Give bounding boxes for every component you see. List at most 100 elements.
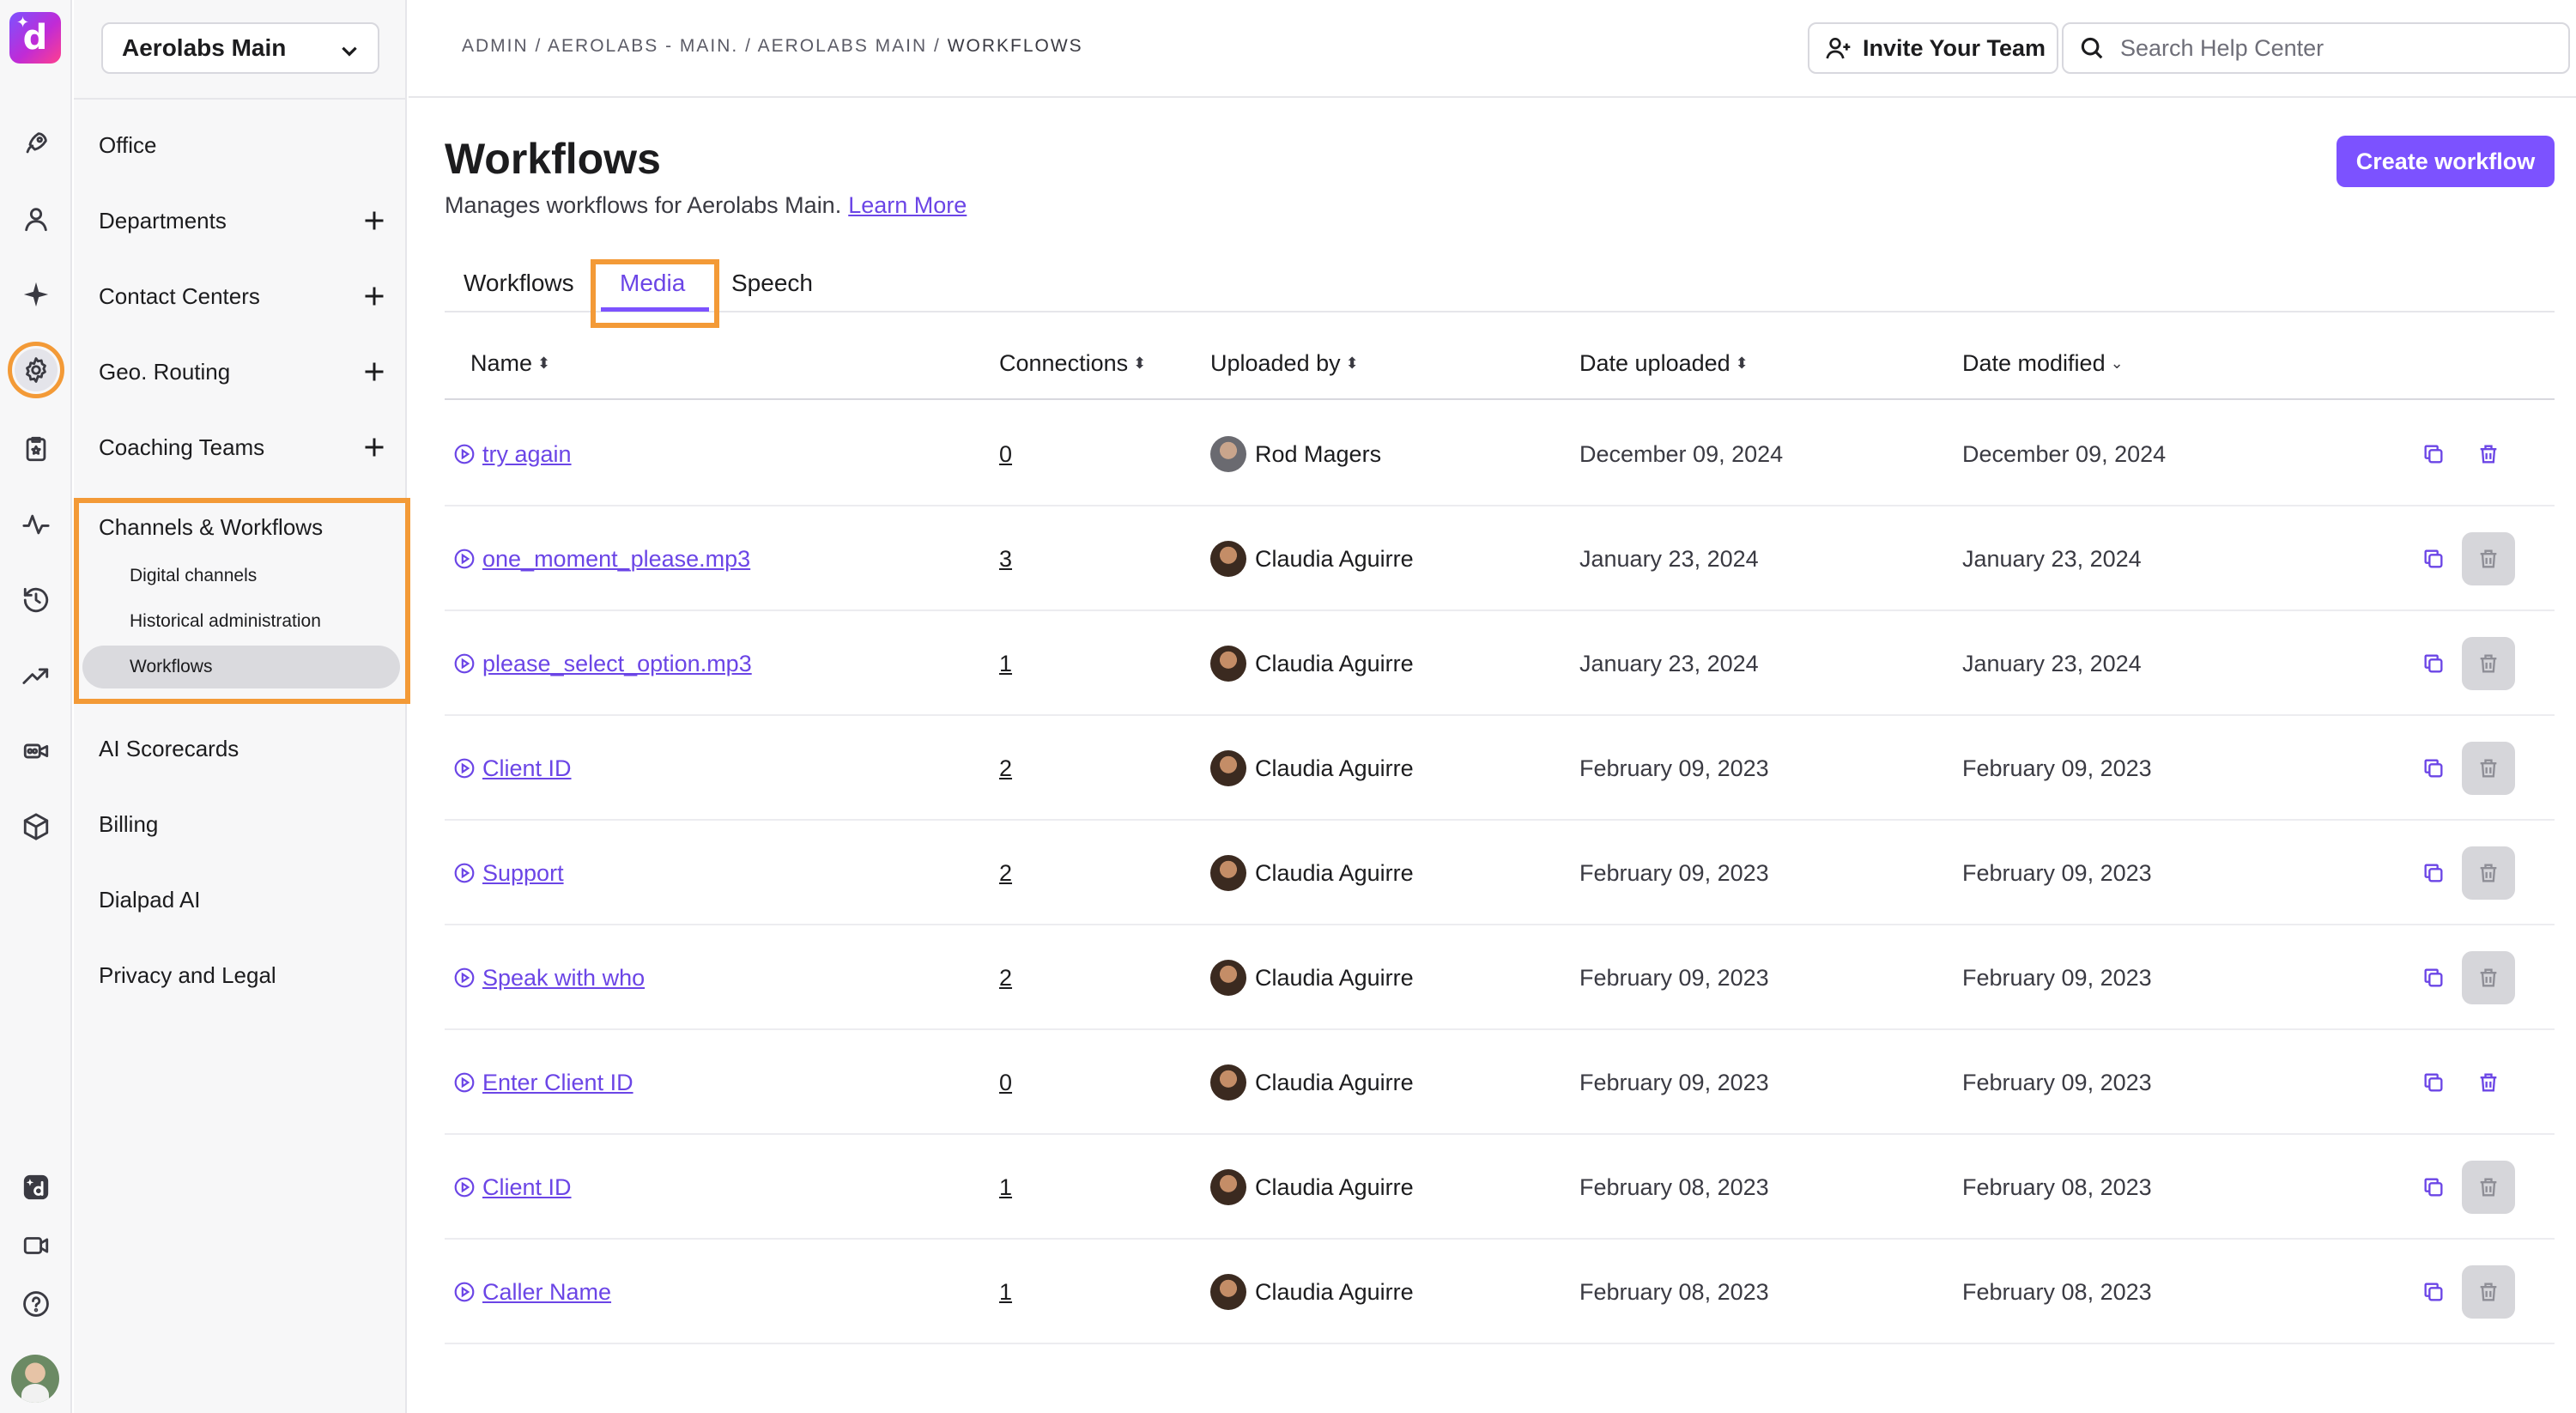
sidebar-item-billing[interactable]: Billing: [74, 798, 407, 850]
media-name-link[interactable]: Speak with who: [482, 965, 645, 992]
top-header: ADMIN / AEROLABS - MAIN. / AEROLABS MAIN…: [409, 0, 2576, 98]
uploaded-by-cell: Claudia Aguirre: [1210, 1240, 1414, 1344]
plus-icon[interactable]: [362, 209, 386, 233]
delete-button[interactable]: [2462, 637, 2515, 690]
column-header-connections[interactable]: Connections ⬍: [999, 350, 1146, 377]
plus-icon[interactable]: [362, 284, 386, 308]
breadcrumb-item[interactable]: ADMIN: [462, 36, 529, 56]
copy-icon[interactable]: [2417, 647, 2450, 680]
sidebar-item-ai-scorecards[interactable]: AI Scorecards: [74, 723, 407, 774]
connections-count-link[interactable]: 2: [999, 860, 1012, 887]
breadcrumb-item[interactable]: AEROLABS MAIN: [758, 36, 928, 56]
sidebar-item-geo-routing[interactable]: Geo. Routing: [74, 346, 407, 397]
sidebar-subitem-workflows[interactable]: Workflows: [82, 646, 400, 688]
clipboard-icon[interactable]: [15, 428, 58, 470]
sidebar-item-departments[interactable]: Departments: [74, 195, 407, 246]
person-icon[interactable]: [15, 197, 58, 240]
plus-icon[interactable]: [362, 360, 386, 384]
connections-count-link[interactable]: 2: [999, 965, 1012, 992]
rocket-icon[interactable]: [15, 122, 58, 165]
column-header-date-uploaded[interactable]: Date uploaded ⬍: [1579, 350, 1749, 377]
delete-button[interactable]: [2462, 1056, 2515, 1109]
play-icon[interactable]: [453, 1176, 476, 1198]
copy-icon[interactable]: [2417, 1171, 2450, 1204]
media-name-link[interactable]: Support: [482, 860, 564, 887]
sidebar-item-coaching-teams[interactable]: Coaching Teams: [74, 421, 407, 473]
copy-icon[interactable]: [2417, 1276, 2450, 1308]
delete-button[interactable]: [2462, 742, 2515, 795]
sparkle-icon[interactable]: [15, 273, 58, 316]
date-uploaded-cell: February 08, 2023: [1579, 1173, 1769, 1200]
connections-count-link[interactable]: 3: [999, 546, 1012, 573]
cube-icon[interactable]: [15, 805, 58, 848]
column-header-uploaded-by[interactable]: Uploaded by ⬍: [1210, 350, 1359, 377]
delete-button[interactable]: [2462, 428, 2515, 481]
delete-button[interactable]: [2462, 951, 2515, 1004]
copy-icon[interactable]: [2417, 857, 2450, 889]
play-icon[interactable]: [453, 862, 476, 884]
video-icon[interactable]: [15, 730, 58, 773]
invite-team-button[interactable]: Invite Your Team: [1808, 22, 2058, 74]
media-name-link[interactable]: Caller Name: [482, 1279, 611, 1306]
delete-button[interactable]: [2462, 532, 2515, 585]
sort-icon: ⬍: [1345, 354, 1359, 373]
copy-icon[interactable]: [2417, 752, 2450, 785]
copy-icon[interactable]: [2417, 438, 2450, 470]
sidebar-item-contact-centers[interactable]: Contact Centers: [74, 270, 407, 322]
breadcrumb-item[interactable]: AEROLABS - MAIN.: [548, 36, 738, 56]
media-name-link[interactable]: Client ID: [482, 1174, 572, 1201]
media-name-link[interactable]: try again: [482, 441, 572, 468]
sidebar-subitem-historical-administration[interactable]: Historical administration: [82, 600, 400, 643]
org-selector[interactable]: Aerolabs Main: [101, 22, 379, 74]
sidebar-item-label: Dialpad AI: [99, 886, 201, 913]
gear-icon[interactable]: [8, 342, 64, 398]
history-icon[interactable]: [15, 579, 58, 622]
tab-speech[interactable]: Speech: [731, 270, 813, 297]
sidebar-subitem-digital-channels[interactable]: Digital channels: [82, 555, 400, 597]
sidebar-item-office[interactable]: Office: [74, 119, 407, 171]
play-icon[interactable]: [453, 548, 476, 570]
dialpad-logo[interactable]: ✦ d: [9, 12, 61, 64]
connections-count-link[interactable]: 0: [999, 441, 1012, 468]
media-name-link[interactable]: Client ID: [482, 755, 572, 782]
tab-media[interactable]: Media: [620, 270, 685, 297]
sidebar-item-channels-workflows[interactable]: Channels & Workflows: [74, 501, 407, 553]
column-header-name[interactable]: Name ⬍: [470, 350, 550, 377]
table-row: one_moment_please.mp3 3 Claudia Aguirre Jan…: [445, 506, 2555, 611]
help-search-input[interactable]: [2120, 34, 2532, 62]
tab-workflows[interactable]: Workflows: [464, 270, 574, 297]
sidebar-item-privacy-legal[interactable]: Privacy and Legal: [74, 949, 407, 1001]
media-name-link[interactable]: please_select_option.mp3: [482, 651, 752, 677]
play-icon[interactable]: [453, 1071, 476, 1094]
learn-more-link[interactable]: Learn More: [848, 192, 967, 218]
play-icon[interactable]: [453, 1281, 476, 1303]
plus-icon[interactable]: [362, 435, 386, 459]
create-workflow-button[interactable]: Create workflow: [2337, 136, 2555, 187]
play-icon[interactable]: [453, 652, 476, 675]
play-icon[interactable]: [453, 443, 476, 465]
media-name-link[interactable]: Enter Client ID: [482, 1070, 633, 1096]
column-header-date-modified[interactable]: Date modified ⌄: [1962, 350, 2124, 377]
media-name-cell: Speak with who: [453, 925, 645, 1030]
copy-icon[interactable]: [2417, 543, 2450, 575]
video-call-icon[interactable]: [15, 1224, 58, 1267]
connections-count-link[interactable]: 2: [999, 755, 1012, 782]
trending-icon[interactable]: [15, 654, 58, 697]
connections-count-link[interactable]: 1: [999, 651, 1012, 677]
user-avatar[interactable]: [11, 1355, 59, 1403]
delete-button[interactable]: [2462, 1265, 2515, 1319]
connections-count-link[interactable]: 1: [999, 1279, 1012, 1306]
dialpad-ai-icon[interactable]: [15, 1166, 58, 1209]
media-name-link[interactable]: one_moment_please.mp3: [482, 546, 750, 573]
copy-icon[interactable]: [2417, 961, 2450, 994]
play-icon[interactable]: [453, 757, 476, 779]
connections-count-link[interactable]: 0: [999, 1070, 1012, 1096]
play-icon[interactable]: [453, 967, 476, 989]
copy-icon[interactable]: [2417, 1066, 2450, 1099]
help-icon[interactable]: [15, 1283, 58, 1325]
sidebar-item-dialpad-ai[interactable]: Dialpad AI: [74, 874, 407, 925]
connections-count-link[interactable]: 1: [999, 1174, 1012, 1201]
activity-icon[interactable]: [15, 503, 58, 546]
delete-button[interactable]: [2462, 1161, 2515, 1214]
delete-button[interactable]: [2462, 846, 2515, 900]
